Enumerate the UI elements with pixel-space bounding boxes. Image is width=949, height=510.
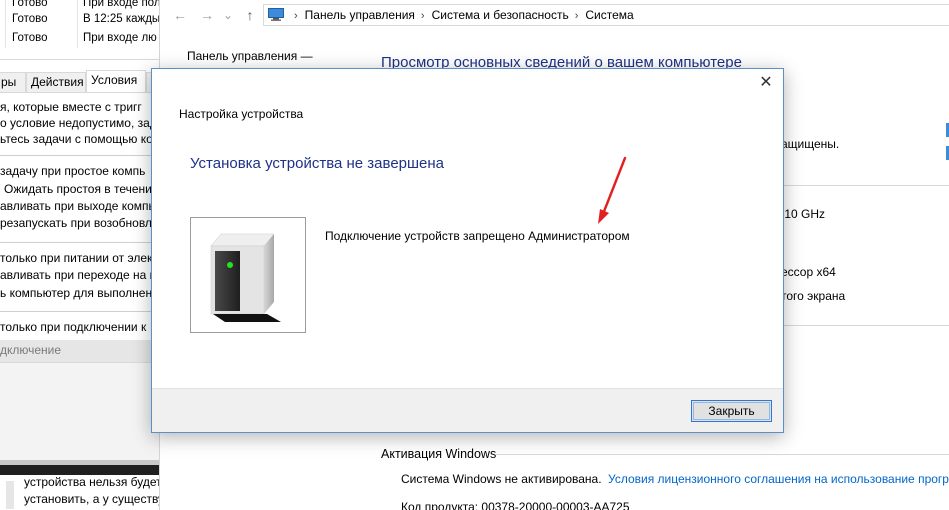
- forward-button[interactable]: →: [198, 6, 216, 24]
- breadcrumb-control-panel[interactable]: Панель управления: [305, 8, 415, 22]
- breadcrumb-system-security[interactable]: Система и безопасность: [432, 8, 569, 22]
- system-type-text: ессор x64: [781, 265, 836, 279]
- task-status: Готово: [12, 13, 48, 25]
- up-button[interactable]: ↑: [241, 6, 259, 24]
- network-select[interactable]: дключение: [0, 340, 159, 362]
- divider: [0, 59, 159, 60]
- policy-description: установить, а у существу: [24, 492, 159, 506]
- conditions-text: я, которые вместе с тригг: [0, 100, 142, 114]
- tab-triggers[interactable]: ры: [0, 72, 26, 92]
- restart-on-idle-label[interactable]: резапускать при возобновл: [0, 216, 152, 230]
- up-arrow-icon: ↑: [246, 7, 254, 23]
- group-policy-text-area: устройства нельзя будет установить, а у …: [0, 475, 159, 510]
- properties-tabs: ры Действия Условия Па: [0, 70, 159, 93]
- activation-section-title: Активация Windows: [381, 447, 497, 461]
- chevron-right-icon[interactable]: ›: [575, 10, 579, 22]
- conditions-text: о условие недопустимо, зада: [0, 116, 159, 130]
- address-bar[interactable]: › Панель управления › Система и безопасност…: [263, 4, 949, 26]
- idle-checkbox-label[interactable]: задачу при простое компь: [0, 164, 145, 178]
- forward-arrow-icon: →: [200, 7, 214, 23]
- chevron-right-icon[interactable]: ›: [421, 10, 425, 22]
- task-row[interactable]: Готово При входе лю: [0, 32, 159, 47]
- conditions-text: ьтесь задачи с помощью ком: [0, 132, 159, 146]
- device-image-box: [190, 217, 306, 333]
- navigation-bar: ← → ⌄ ↑ › Панель управления › Система и без…: [160, 0, 949, 30]
- task-trigger: При входе лю: [83, 32, 157, 44]
- policy-description: устройства нельзя будет: [24, 475, 159, 489]
- network-condition-label[interactable]: только при подключении к: [0, 320, 146, 334]
- task-status: Готово: [12, 32, 48, 44]
- task-trigger: В 12:25 кажды: [83, 13, 159, 25]
- window-border: [0, 465, 159, 475]
- processor-frequency-text: .10 GHz: [781, 207, 826, 221]
- license-terms-link[interactable]: Условия лицензионного соглашения на испо…: [608, 472, 949, 486]
- divider: [0, 242, 159, 243]
- close-button[interactable]: Закрыть: [691, 400, 772, 422]
- breadcrumb-system[interactable]: Система: [585, 8, 633, 22]
- chevron-down-icon: ⌄: [222, 8, 234, 22]
- task-trigger: При входе пол: [83, 0, 159, 9]
- breadcrumb: › Панель управления › Система и безопасност…: [288, 8, 634, 22]
- ac-power-label[interactable]: только при питании от элек: [0, 251, 152, 265]
- stop-on-idle-end-label[interactable]: авливать при выходе компь: [0, 199, 155, 213]
- dialog-footer-area: [0, 362, 159, 460]
- battery-stop-label[interactable]: авливать при переходе на пи: [0, 268, 159, 282]
- task-row[interactable]: Готово При входе пол: [0, 0, 159, 12]
- dialog-footer: Закрыть: [152, 388, 783, 432]
- dialog-title: Настройка устройства: [179, 107, 304, 121]
- back-arrow-icon: ←: [173, 7, 187, 23]
- edition-copyright-text: ащищены.: [781, 137, 840, 151]
- divider: [0, 311, 159, 312]
- idle-wait-label[interactable]: Ожидать простоя в течени: [4, 182, 152, 196]
- tab-actions[interactable]: Действия: [26, 72, 86, 92]
- wake-computer-label[interactable]: ь компьютер для выполнен: [0, 286, 152, 300]
- product-id: Код продукта: 00378-20000-00003-AA725: [401, 500, 630, 510]
- close-icon[interactable]: ✕: [757, 75, 775, 93]
- dialog-heading: Установка устройства не завершена: [190, 155, 445, 172]
- dialog-message: Подключение устройств запрещено Админист…: [325, 229, 630, 243]
- divider: [0, 155, 159, 156]
- divider: [0, 92, 159, 93]
- pen-touch-text: того экрана: [781, 289, 846, 303]
- device-setup-dialog: ✕ Настройка устройства Установка устройс…: [151, 68, 784, 433]
- tab-conditions[interactable]: Условия: [86, 70, 146, 93]
- computer-icon: [268, 8, 284, 21]
- chevron-right-icon: ›: [294, 10, 298, 22]
- network-select-value: дключение: [0, 343, 62, 357]
- task-scheduler-window: Готово При входе пол Готово В 12:25 кажд…: [0, 0, 159, 510]
- sidebar-home-link[interactable]: Панель управления —: [187, 49, 313, 63]
- scrollbar[interactable]: [6, 481, 14, 509]
- divider: [496, 454, 949, 455]
- task-status: Готово: [12, 0, 48, 9]
- device-icon: [210, 233, 281, 322]
- back-button[interactable]: ←: [171, 6, 189, 24]
- activation-status: Система Windows не активирована.: [401, 472, 602, 486]
- recent-locations-button[interactable]: ⌄: [219, 6, 237, 24]
- task-row[interactable]: Готово В 12:25 кажды: [0, 13, 159, 28]
